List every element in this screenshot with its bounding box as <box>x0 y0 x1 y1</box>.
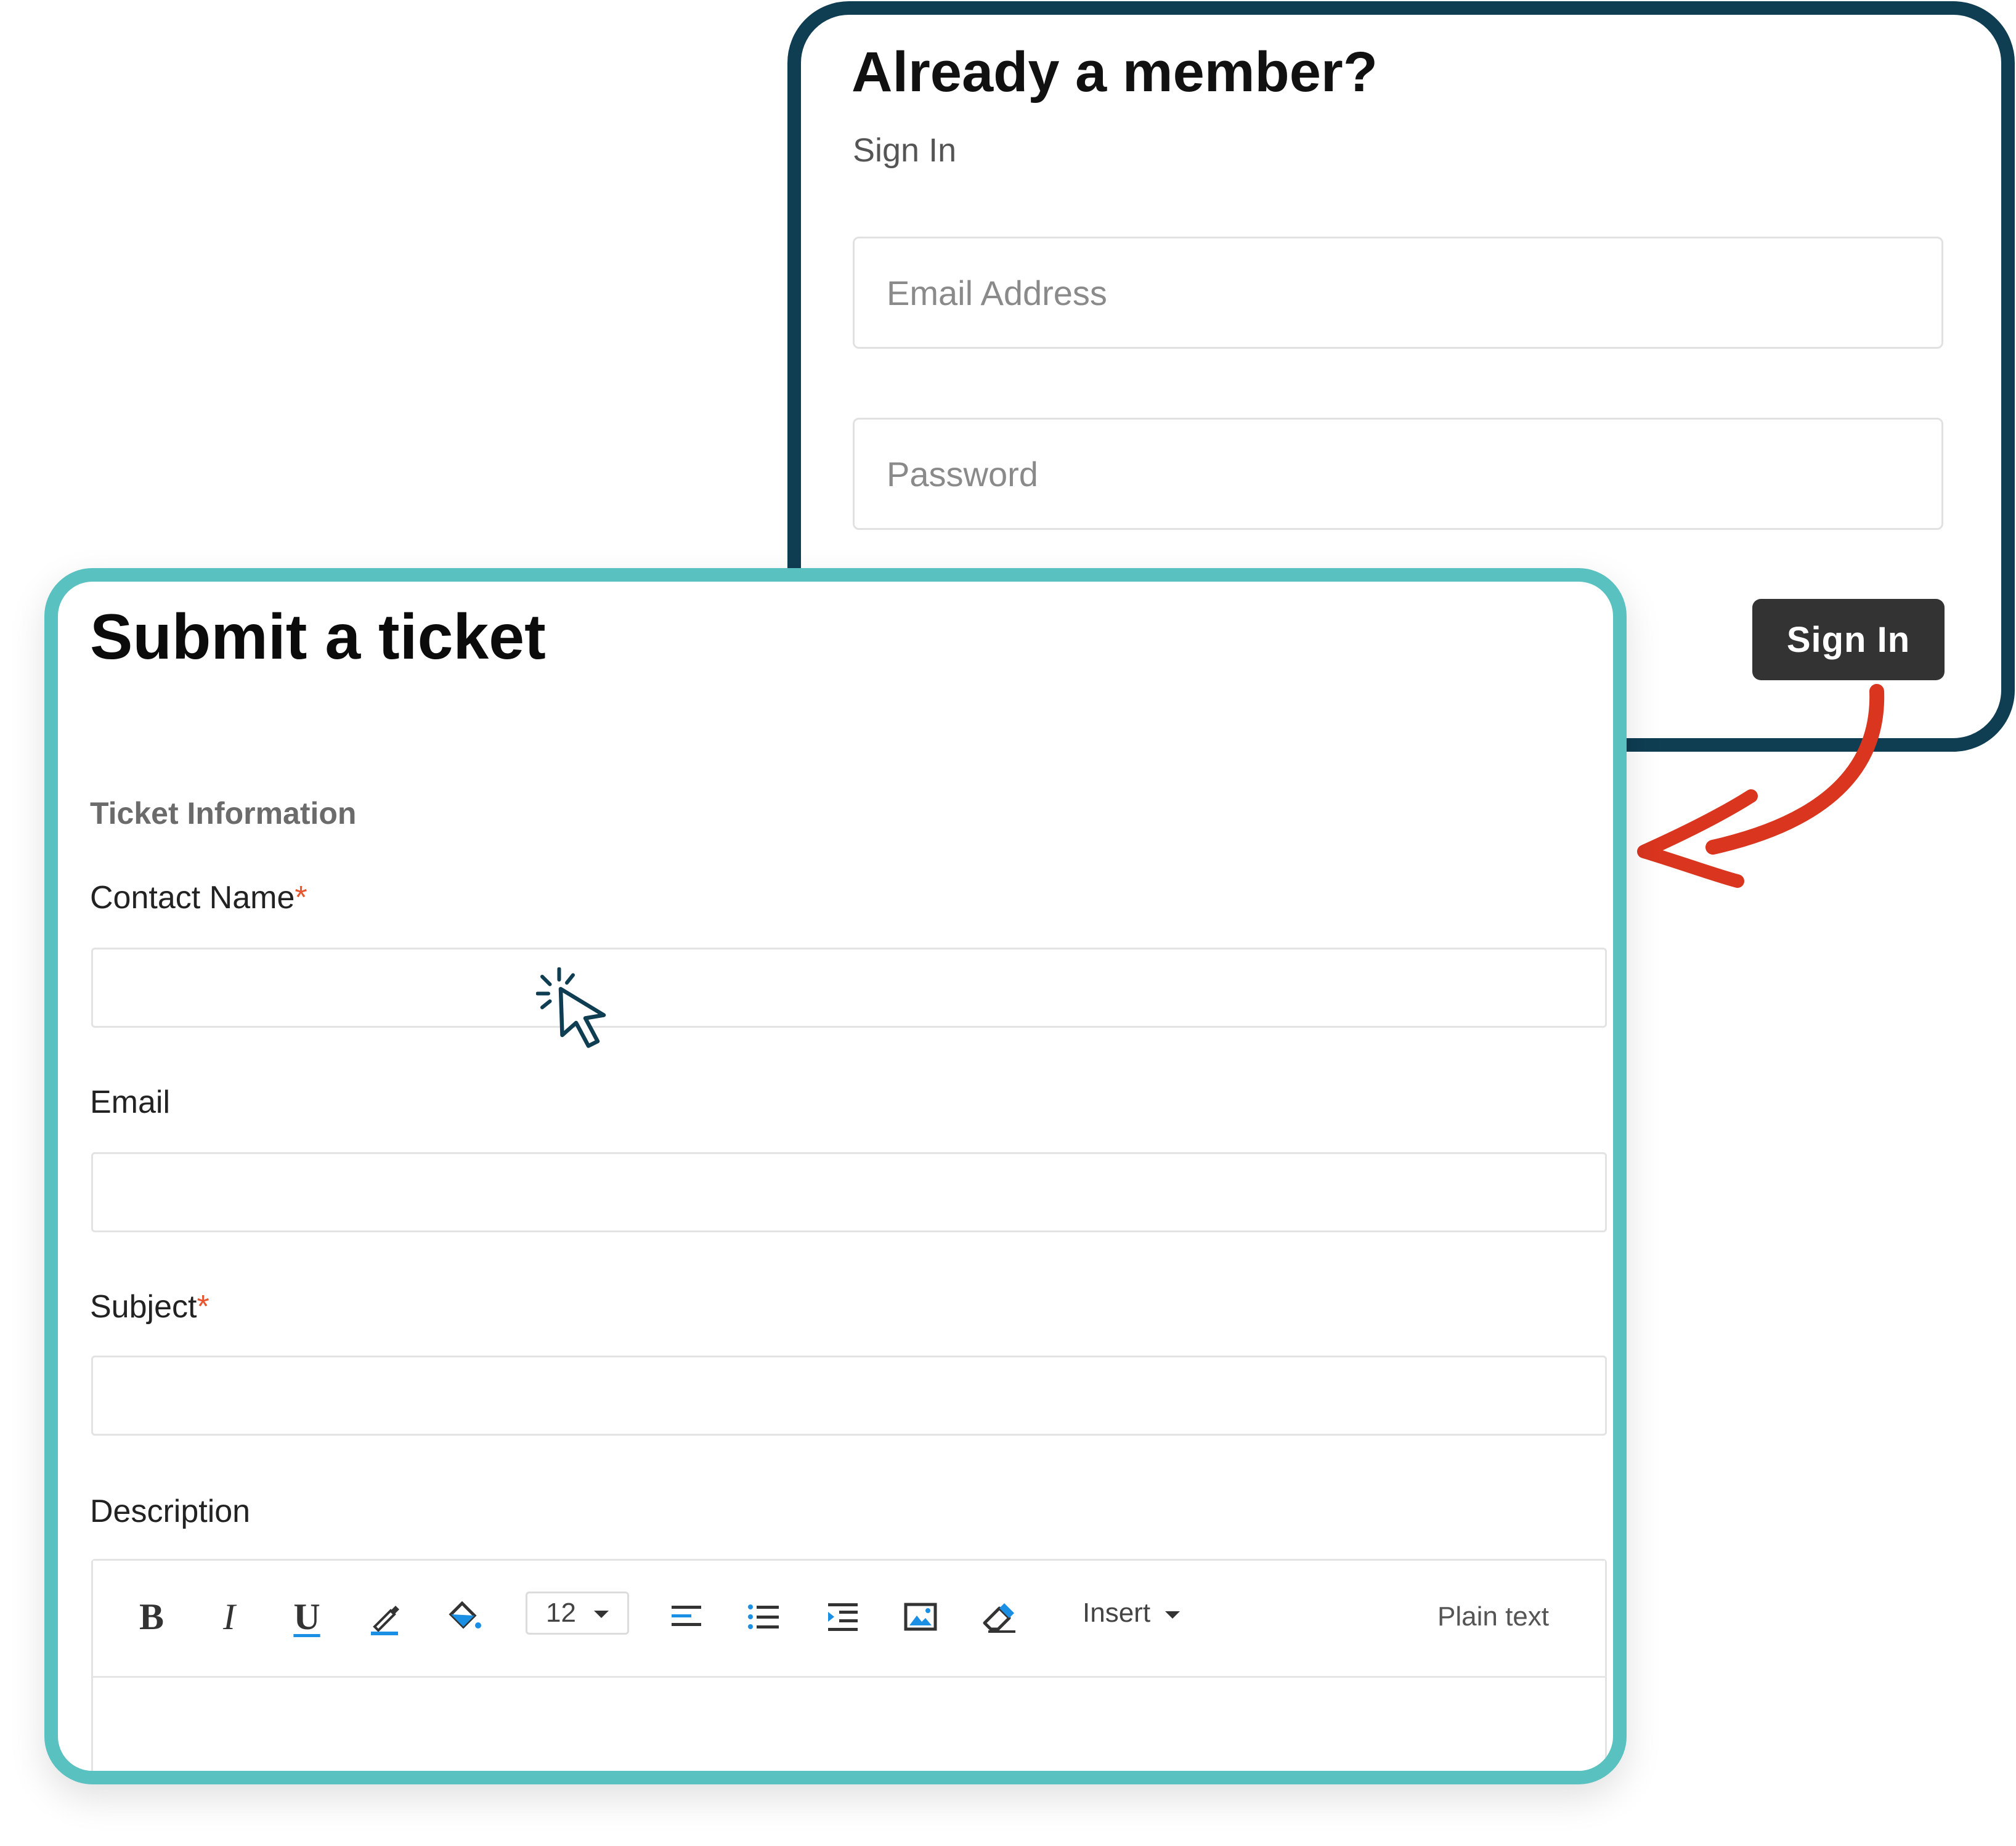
plain-text-toggle[interactable]: Plain text <box>1437 1601 1549 1632</box>
align-left-icon[interactable] <box>659 1589 714 1645</box>
image-icon[interactable] <box>893 1589 948 1645</box>
subject-label: Subject* <box>90 1288 209 1326</box>
indent-icon[interactable] <box>815 1589 871 1645</box>
email-input[interactable] <box>91 1152 1607 1232</box>
eraser-icon[interactable] <box>970 1589 1026 1645</box>
text-color-icon[interactable] <box>358 1589 413 1645</box>
signin-subtitle: Sign In <box>853 132 957 169</box>
signin-button[interactable]: Sign In <box>1752 599 1945 680</box>
signin-email-input[interactable] <box>853 237 1943 349</box>
bullet-list-icon[interactable] <box>736 1589 792 1645</box>
font-size-select[interactable]: 12 <box>526 1592 629 1635</box>
signin-title: Already a member? <box>852 41 1378 104</box>
underline-icon[interactable]: U <box>279 1589 335 1645</box>
description-label: Description <box>90 1494 251 1529</box>
contact-name-label-text: Contact Name <box>90 880 295 916</box>
contact-name-input[interactable] <box>91 948 1607 1028</box>
mouse-cursor-icon <box>536 967 606 1048</box>
insert-menu[interactable]: Insert <box>1083 1598 1181 1628</box>
insert-label: Insert <box>1083 1598 1151 1628</box>
required-marker: * <box>295 880 307 916</box>
contact-name-label: Contact Name* <box>90 879 307 917</box>
chevron-down-icon <box>594 1611 609 1618</box>
editor-body[interactable] <box>93 1678 1605 1771</box>
italic-icon[interactable]: I <box>201 1589 257 1645</box>
section-title: Ticket Information <box>90 796 357 831</box>
ticket-title: Submit a ticket <box>90 601 546 673</box>
subject-label-text: Subject <box>90 1289 197 1325</box>
background-color-icon[interactable] <box>436 1589 491 1645</box>
email-label: Email <box>90 1084 171 1120</box>
signin-password-input[interactable] <box>853 418 1943 530</box>
font-size-value: 12 <box>546 1598 576 1628</box>
bold-icon[interactable]: B <box>124 1589 179 1645</box>
subject-input[interactable] <box>91 1356 1607 1436</box>
chevron-down-icon <box>1165 1611 1181 1619</box>
description-editor: B I U 12 Insert Plain text <box>91 1559 1607 1771</box>
editor-toolbar: B I U 12 Insert Plain text <box>93 1561 1605 1678</box>
required-marker: * <box>197 1289 209 1325</box>
ticket-card: Submit a ticket Ticket Information Conta… <box>44 568 1627 1784</box>
